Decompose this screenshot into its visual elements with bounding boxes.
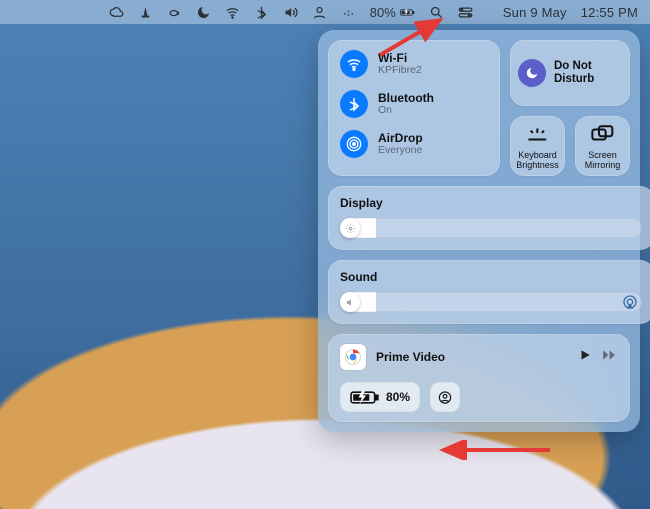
bluetooth-icon — [340, 90, 368, 118]
cloud-icon[interactable] — [109, 5, 124, 20]
dnd-toggle[interactable]: Do Not Disturb — [510, 40, 630, 106]
display-title: Display — [340, 196, 642, 210]
kb-label: Keyboard Brightness — [512, 150, 563, 170]
wifi-toggle[interactable]: Wi-FiKPFibre2 — [340, 50, 488, 78]
battery-charging-icon — [350, 390, 380, 405]
volume-low-icon — [340, 292, 360, 312]
fast-forward-button[interactable] — [600, 348, 618, 367]
control-center-menu-icon[interactable] — [458, 5, 473, 20]
connectivity-tile[interactable]: Wi-FiKPFibre2 BluetoothOn AirDropEveryon… — [328, 40, 500, 176]
sound-slider[interactable] — [340, 292, 642, 312]
user-pill[interactable] — [430, 382, 460, 412]
battery-pill[interactable]: 80% — [340, 382, 420, 412]
caffeine-icon[interactable] — [167, 5, 182, 20]
keyboard-brightness-icon — [524, 124, 551, 144]
airdrop-toggle[interactable]: AirDropEveryone — [340, 130, 488, 158]
sound-title: Sound — [340, 270, 642, 284]
play-button[interactable] — [578, 348, 592, 367]
person-menu-icon[interactable] — [312, 5, 327, 20]
airplay-audio-icon[interactable] — [622, 294, 638, 310]
menu-bar-time[interactable]: 12:55 PM — [581, 5, 638, 20]
menu-bar: 80% Sun 9 May 12:55 PM — [0, 0, 650, 24]
display-tile[interactable]: Display — [328, 186, 650, 250]
screen-mirroring-icon — [589, 124, 616, 144]
wifi-title: Wi-Fi — [378, 52, 422, 65]
moon-icon — [518, 59, 546, 87]
moon-icon[interactable] — [196, 5, 211, 20]
control-center-panel: Wi-FiKPFibre2 BluetoothOn AirDropEveryon… — [318, 30, 640, 432]
spotlight-icon[interactable] — [429, 5, 444, 20]
airdrop-title: AirDrop — [378, 132, 423, 145]
display-slider[interactable] — [340, 218, 642, 238]
chrome-icon — [340, 344, 366, 370]
brightness-low-icon — [340, 218, 360, 238]
battery-menu-pct: 80% — [370, 5, 396, 20]
bluetooth-menu-icon[interactable] — [254, 5, 269, 20]
bluetooth-title: Bluetooth — [378, 92, 434, 105]
dnd-title: Do Not Disturb — [554, 60, 622, 86]
wifi-icon — [340, 50, 368, 78]
sound-tile[interactable]: Sound — [328, 260, 650, 324]
wifi-menu-icon[interactable] — [225, 5, 240, 20]
bluetooth-toggle[interactable]: BluetoothOn — [340, 90, 488, 118]
screen-mirroring-button[interactable]: Screen Mirroring — [575, 116, 630, 176]
airdrop-icon — [340, 130, 368, 158]
now-playing-tile[interactable]: Prime Video 80% — [328, 334, 630, 422]
battery-pill-pct: 80% — [386, 390, 410, 404]
battery-menu[interactable]: 80% — [370, 5, 415, 20]
vlc-icon[interactable] — [138, 5, 153, 20]
user-circle-icon — [436, 390, 454, 405]
menu-bar-date[interactable]: Sun 9 May — [503, 5, 567, 20]
media-title: Prime Video — [376, 350, 568, 364]
airdrop-sub: Everyone — [378, 145, 423, 157]
keyboard-brightness-button[interactable]: Keyboard Brightness — [510, 116, 565, 176]
volume-menu-icon[interactable] — [283, 5, 298, 20]
wifi-sub: KPFibre2 — [378, 65, 422, 77]
bluetooth-sub: On — [378, 105, 434, 117]
dots-menu-icon[interactable] — [341, 5, 356, 20]
mirror-label: Screen Mirroring — [577, 150, 628, 170]
